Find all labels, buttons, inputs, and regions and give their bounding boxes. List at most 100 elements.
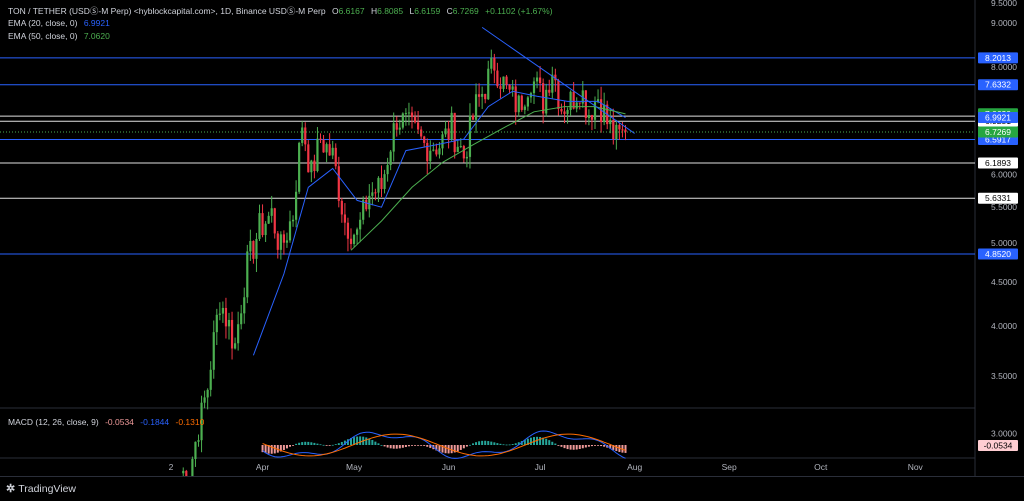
candle-body [276, 233, 279, 250]
symbol-legend[interactable]: TON / TETHER (USDⓈ-M Perp) <hyblockcapit… [8, 5, 561, 17]
macd-histogram-bar [578, 445, 581, 450]
candle-body [240, 313, 243, 325]
candle-body [191, 458, 194, 476]
candle-body [291, 219, 295, 222]
macd-histogram-bar [307, 441, 310, 445]
candle-body [557, 80, 560, 110]
macd-legend[interactable]: MACD (12, 26, close, 9) -0.0534 -0.1844 … [8, 417, 208, 427]
candle-body [514, 86, 517, 113]
macd-value-badge-text: -0.0534 [984, 441, 1013, 451]
candle-body [535, 77, 539, 82]
macd-histogram-bar [584, 445, 587, 448]
price-tick-label: 5.0000 [991, 238, 1017, 248]
ema50-legend[interactable]: EMA (50, close, 0) 7.0620 [8, 31, 114, 41]
price-badge-text: 6.7269 [985, 127, 1011, 137]
macd-label: MACD (12, 26, close, 9) [8, 417, 99, 427]
candle-body [618, 124, 621, 130]
candle-body [377, 177, 380, 193]
macd-histogram-bar [392, 445, 395, 449]
candle-body [520, 95, 523, 110]
macd-histogram-bar [603, 445, 606, 447]
macd-histogram-bar [539, 436, 542, 445]
candle-body [221, 307, 224, 314]
candle-body [490, 57, 493, 69]
price-tick-label: 9.0000 [991, 18, 1017, 28]
candle-body [295, 191, 298, 220]
macd-histogram-bar [414, 445, 417, 446]
macd-histogram-bar [600, 445, 603, 447]
macd-histogram-bar [590, 445, 593, 447]
candle-body [334, 147, 337, 167]
candle-body [539, 77, 542, 84]
macd-histogram-bar [462, 445, 465, 449]
candle-body [307, 144, 310, 173]
candle-body [511, 86, 514, 90]
macd-histogram-bar [514, 443, 517, 445]
macd-histogram-bar [545, 438, 548, 445]
candle-body [374, 192, 377, 194]
macd-histogram-bar [465, 445, 468, 447]
ohlc-values: O6.6167 H6.8085 L6.6159 C6.7269 +0.1102 … [332, 6, 557, 16]
macd-histogram-bar [468, 444, 471, 446]
candle-body [502, 76, 505, 89]
level-badge-text: 5.6331 [985, 193, 1011, 203]
candle-body [508, 84, 511, 90]
macd-histogram-bar [313, 442, 316, 445]
candle-body [328, 144, 331, 156]
time-tick-label: Apr [256, 462, 269, 472]
open-label: O [331, 6, 339, 16]
macd-histogram-bar [301, 442, 304, 445]
candle-body [209, 369, 212, 390]
candle-body [273, 208, 276, 234]
candle-body [542, 83, 545, 114]
price-tick-label: 4.5000 [991, 277, 1017, 287]
macd-histogram-bar [502, 444, 505, 446]
macd-histogram-bar [417, 445, 420, 446]
time-tick-label: Nov [908, 462, 924, 472]
macd-histogram-bar [484, 440, 487, 445]
macd-histogram-bar [359, 436, 362, 445]
macd-histogram-bar [569, 445, 572, 450]
candle-body [389, 151, 392, 166]
macd-hist-value: -0.0534 [105, 417, 134, 427]
chart-background [0, 0, 1024, 476]
candle-body [270, 208, 273, 216]
ema50-value: 7.0620 [83, 31, 110, 41]
candle-body [413, 117, 417, 123]
macd-histogram-bar [581, 445, 584, 449]
candle-body [285, 240, 289, 243]
candle-body [230, 319, 234, 349]
macd-histogram-bar [597, 445, 600, 446]
macd-histogram-bar [407, 445, 410, 447]
candle-body [383, 174, 386, 189]
candle-body [496, 70, 499, 87]
macd-histogram-bar [273, 445, 276, 454]
macd-histogram-bar [289, 445, 291, 447]
tradingview-logo[interactable]: ✲ TradingView [6, 482, 76, 496]
macd-histogram-bar [456, 445, 459, 452]
candle-body [459, 146, 462, 148]
price-chart[interactable]: 9.50009.00008.00006.00005.50005.00004.50… [0, 0, 1024, 476]
low-value: 6.6159 [414, 6, 441, 16]
candle-body [386, 165, 389, 175]
candle-body [319, 138, 322, 141]
candle-body [371, 192, 374, 196]
candle-body [362, 199, 365, 220]
macd-histogram-bar [529, 437, 532, 445]
macd-histogram-bar [594, 445, 596, 446]
level-badge-text: 4.8520 [985, 249, 1011, 259]
macd-histogram-bar [557, 445, 560, 446]
candle-body [346, 222, 350, 239]
candle-body [478, 94, 481, 97]
macd-histogram-bar [389, 445, 392, 449]
candle-body [569, 91, 572, 110]
candle-body [356, 229, 359, 235]
footer-bar: ✲ TradingView [0, 476, 1024, 501]
candle-body [468, 115, 472, 157]
ema20-legend[interactable]: EMA (20, close, 0) 6.9921 [8, 18, 114, 28]
candle-body [234, 343, 237, 349]
candle-body [609, 119, 612, 125]
candle-body [227, 319, 231, 327]
macd-histogram-bar [365, 437, 368, 445]
candle-body [212, 332, 215, 370]
